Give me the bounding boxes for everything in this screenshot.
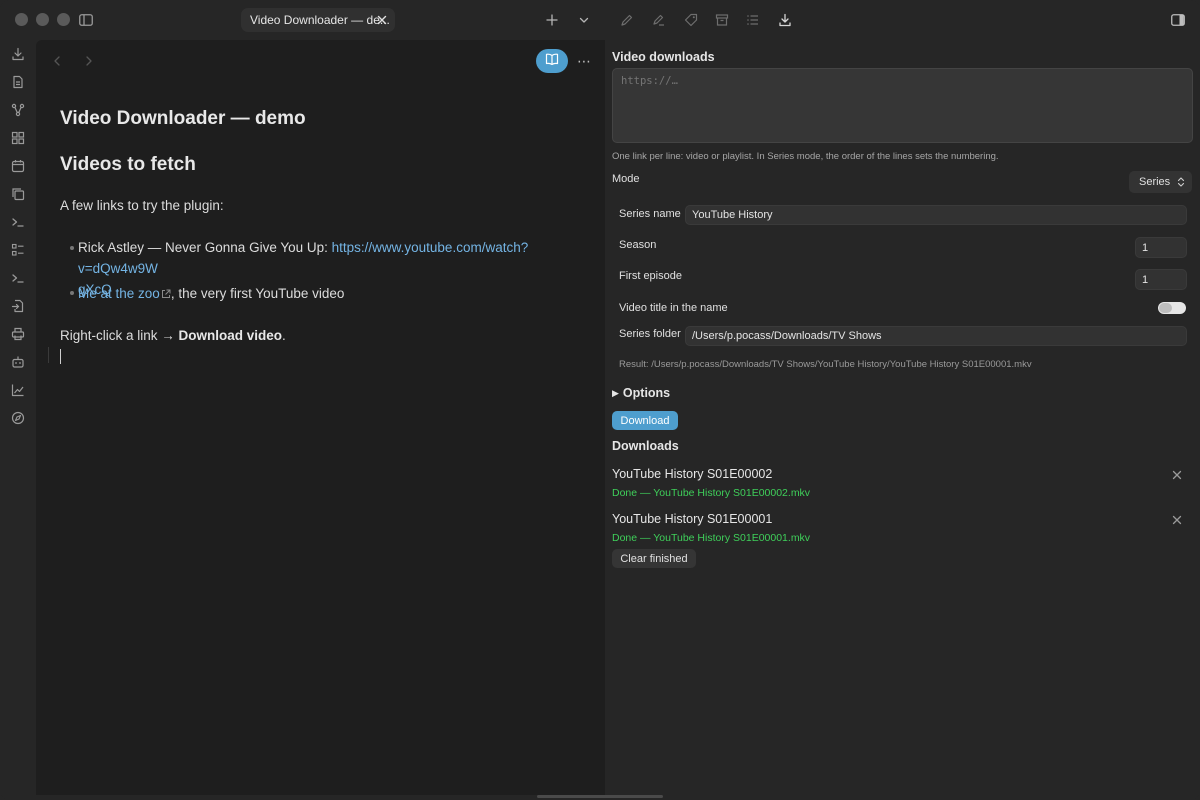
first-episode-label: First episode <box>619 270 682 282</box>
copy-icon[interactable] <box>10 186 26 202</box>
list-item: Me at the zoo , the very first YouTube vi… <box>78 283 344 304</box>
scroll-indicator[interactable] <box>537 795 663 798</box>
book-open-icon <box>545 52 559 70</box>
graph-icon[interactable] <box>10 102 26 118</box>
series-name-label: Series name <box>619 208 681 220</box>
back-icon[interactable] <box>50 54 64 68</box>
download-video-emphasis: Download video <box>178 328 283 343</box>
result-path: Result: /Users/p.pocass/Downloads/TV Sho… <box>619 359 1032 370</box>
download-icon[interactable] <box>10 46 26 62</box>
chevron-down-icon[interactable] <box>575 11 593 29</box>
chevron-updown-icon <box>1176 176 1186 188</box>
section-heading: Videos to fetch <box>60 154 196 175</box>
more-options-icon[interactable]: ⋯ <box>576 52 592 70</box>
robot-icon[interactable] <box>10 354 26 370</box>
url-input[interactable] <box>612 68 1193 143</box>
tag-icon[interactable] <box>682 11 700 29</box>
tab-active[interactable]: Video Downloader — de... <box>241 8 395 32</box>
intro-text: A few links to try the plugin: <box>60 198 224 213</box>
grid-icon[interactable] <box>10 130 26 146</box>
season-input[interactable]: 1 <box>1135 237 1187 258</box>
download-item-title: YouTube History S01E00001 <box>612 512 773 526</box>
season-label: Season <box>619 239 657 251</box>
pen-icon[interactable] <box>618 11 636 29</box>
zoo-link[interactable]: Me at the zoo <box>78 286 160 301</box>
line-gutter-marker <box>48 347 49 363</box>
clear-finished-button[interactable]: Clear finished <box>612 549 696 568</box>
compass-icon[interactable] <box>10 410 26 426</box>
close-window-button[interactable] <box>15 13 28 26</box>
bullet-icon <box>70 291 74 295</box>
mode-label: Mode <box>612 173 640 185</box>
note-title-heading: Video Downloader — demo <box>60 108 306 129</box>
signature-icon[interactable] <box>650 11 668 29</box>
right-sidebar-toggle-icon[interactable] <box>1169 11 1187 29</box>
url-hint: One link per line: video or playlist. In… <box>612 151 999 162</box>
video-downloads-panel: Video downloads One link per line: video… <box>605 40 1200 800</box>
downloads-heading: Downloads <box>612 439 679 453</box>
file-import-icon[interactable] <box>10 298 26 314</box>
forward-icon[interactable] <box>82 54 96 68</box>
reading-view-button[interactable] <box>536 49 568 73</box>
left-ribbon <box>0 40 36 800</box>
bullet-icon <box>70 246 74 250</box>
checklist-icon[interactable] <box>10 242 26 258</box>
zoom-window-button[interactable] <box>57 13 70 26</box>
title-bar: Video Downloader — de... <box>0 0 1200 40</box>
mode-select[interactable]: Series <box>1129 171 1192 193</box>
file-icon[interactable] <box>10 74 26 90</box>
toggle-knob <box>1159 303 1172 313</box>
archive-icon[interactable] <box>713 11 731 29</box>
list-item-text: Rick Astley — Never Gonna Give You Up: <box>78 240 332 255</box>
instruction-text: Right-click a link → Download video. <box>60 328 286 343</box>
text-cursor <box>60 349 61 364</box>
close-icon[interactable] <box>1170 513 1184 527</box>
list-icon[interactable] <box>744 11 762 29</box>
external-link-icon <box>161 284 171 298</box>
editor-pane[interactable]: ⋯ Video Downloader — demo Videos to fetc… <box>36 40 605 795</box>
chart-icon[interactable] <box>10 382 26 398</box>
mode-select-value: Series <box>1139 176 1171 188</box>
title-in-name-toggle[interactable] <box>1158 302 1186 314</box>
series-name-input[interactable]: YouTube History <box>685 205 1187 225</box>
terminal-icon[interactable] <box>10 270 26 286</box>
title-in-name-label: Video title in the name <box>619 302 728 314</box>
series-folder-input[interactable]: /Users/p.pocass/Downloads/TV Shows <box>685 326 1187 346</box>
sidebar-toggle-icon[interactable] <box>77 11 95 29</box>
download-icon[interactable] <box>776 11 794 29</box>
panel-heading: Video downloads <box>612 50 715 64</box>
first-episode-input[interactable]: 1 <box>1135 269 1187 290</box>
close-icon[interactable] <box>375 13 389 27</box>
print-icon[interactable] <box>10 326 26 342</box>
list-item-text: , the very first YouTube video <box>170 286 345 301</box>
terminal-icon[interactable] <box>10 214 26 230</box>
download-item-status: Done — YouTube History S01E00002.mkv <box>612 487 811 499</box>
download-item-status: Done — YouTube History S01E00001.mkv <box>612 532 811 544</box>
download-item-title: YouTube History S01E00002 <box>612 467 773 481</box>
download-button[interactable]: Download <box>612 411 678 430</box>
series-folder-label: Series folder <box>619 328 681 340</box>
plus-icon[interactable] <box>543 11 561 29</box>
tab-title: Video Downloader — de... <box>250 13 390 27</box>
disclosure-triangle-icon: ▶ <box>612 388 619 398</box>
options-toggle[interactable]: ▶ Options <box>612 386 670 400</box>
close-icon[interactable] <box>1170 468 1184 482</box>
minimize-window-button[interactable] <box>36 13 49 26</box>
app-window: Video Downloader — de... ⋯ Video Downloa… <box>0 0 1200 800</box>
calendar-icon[interactable] <box>10 158 26 174</box>
